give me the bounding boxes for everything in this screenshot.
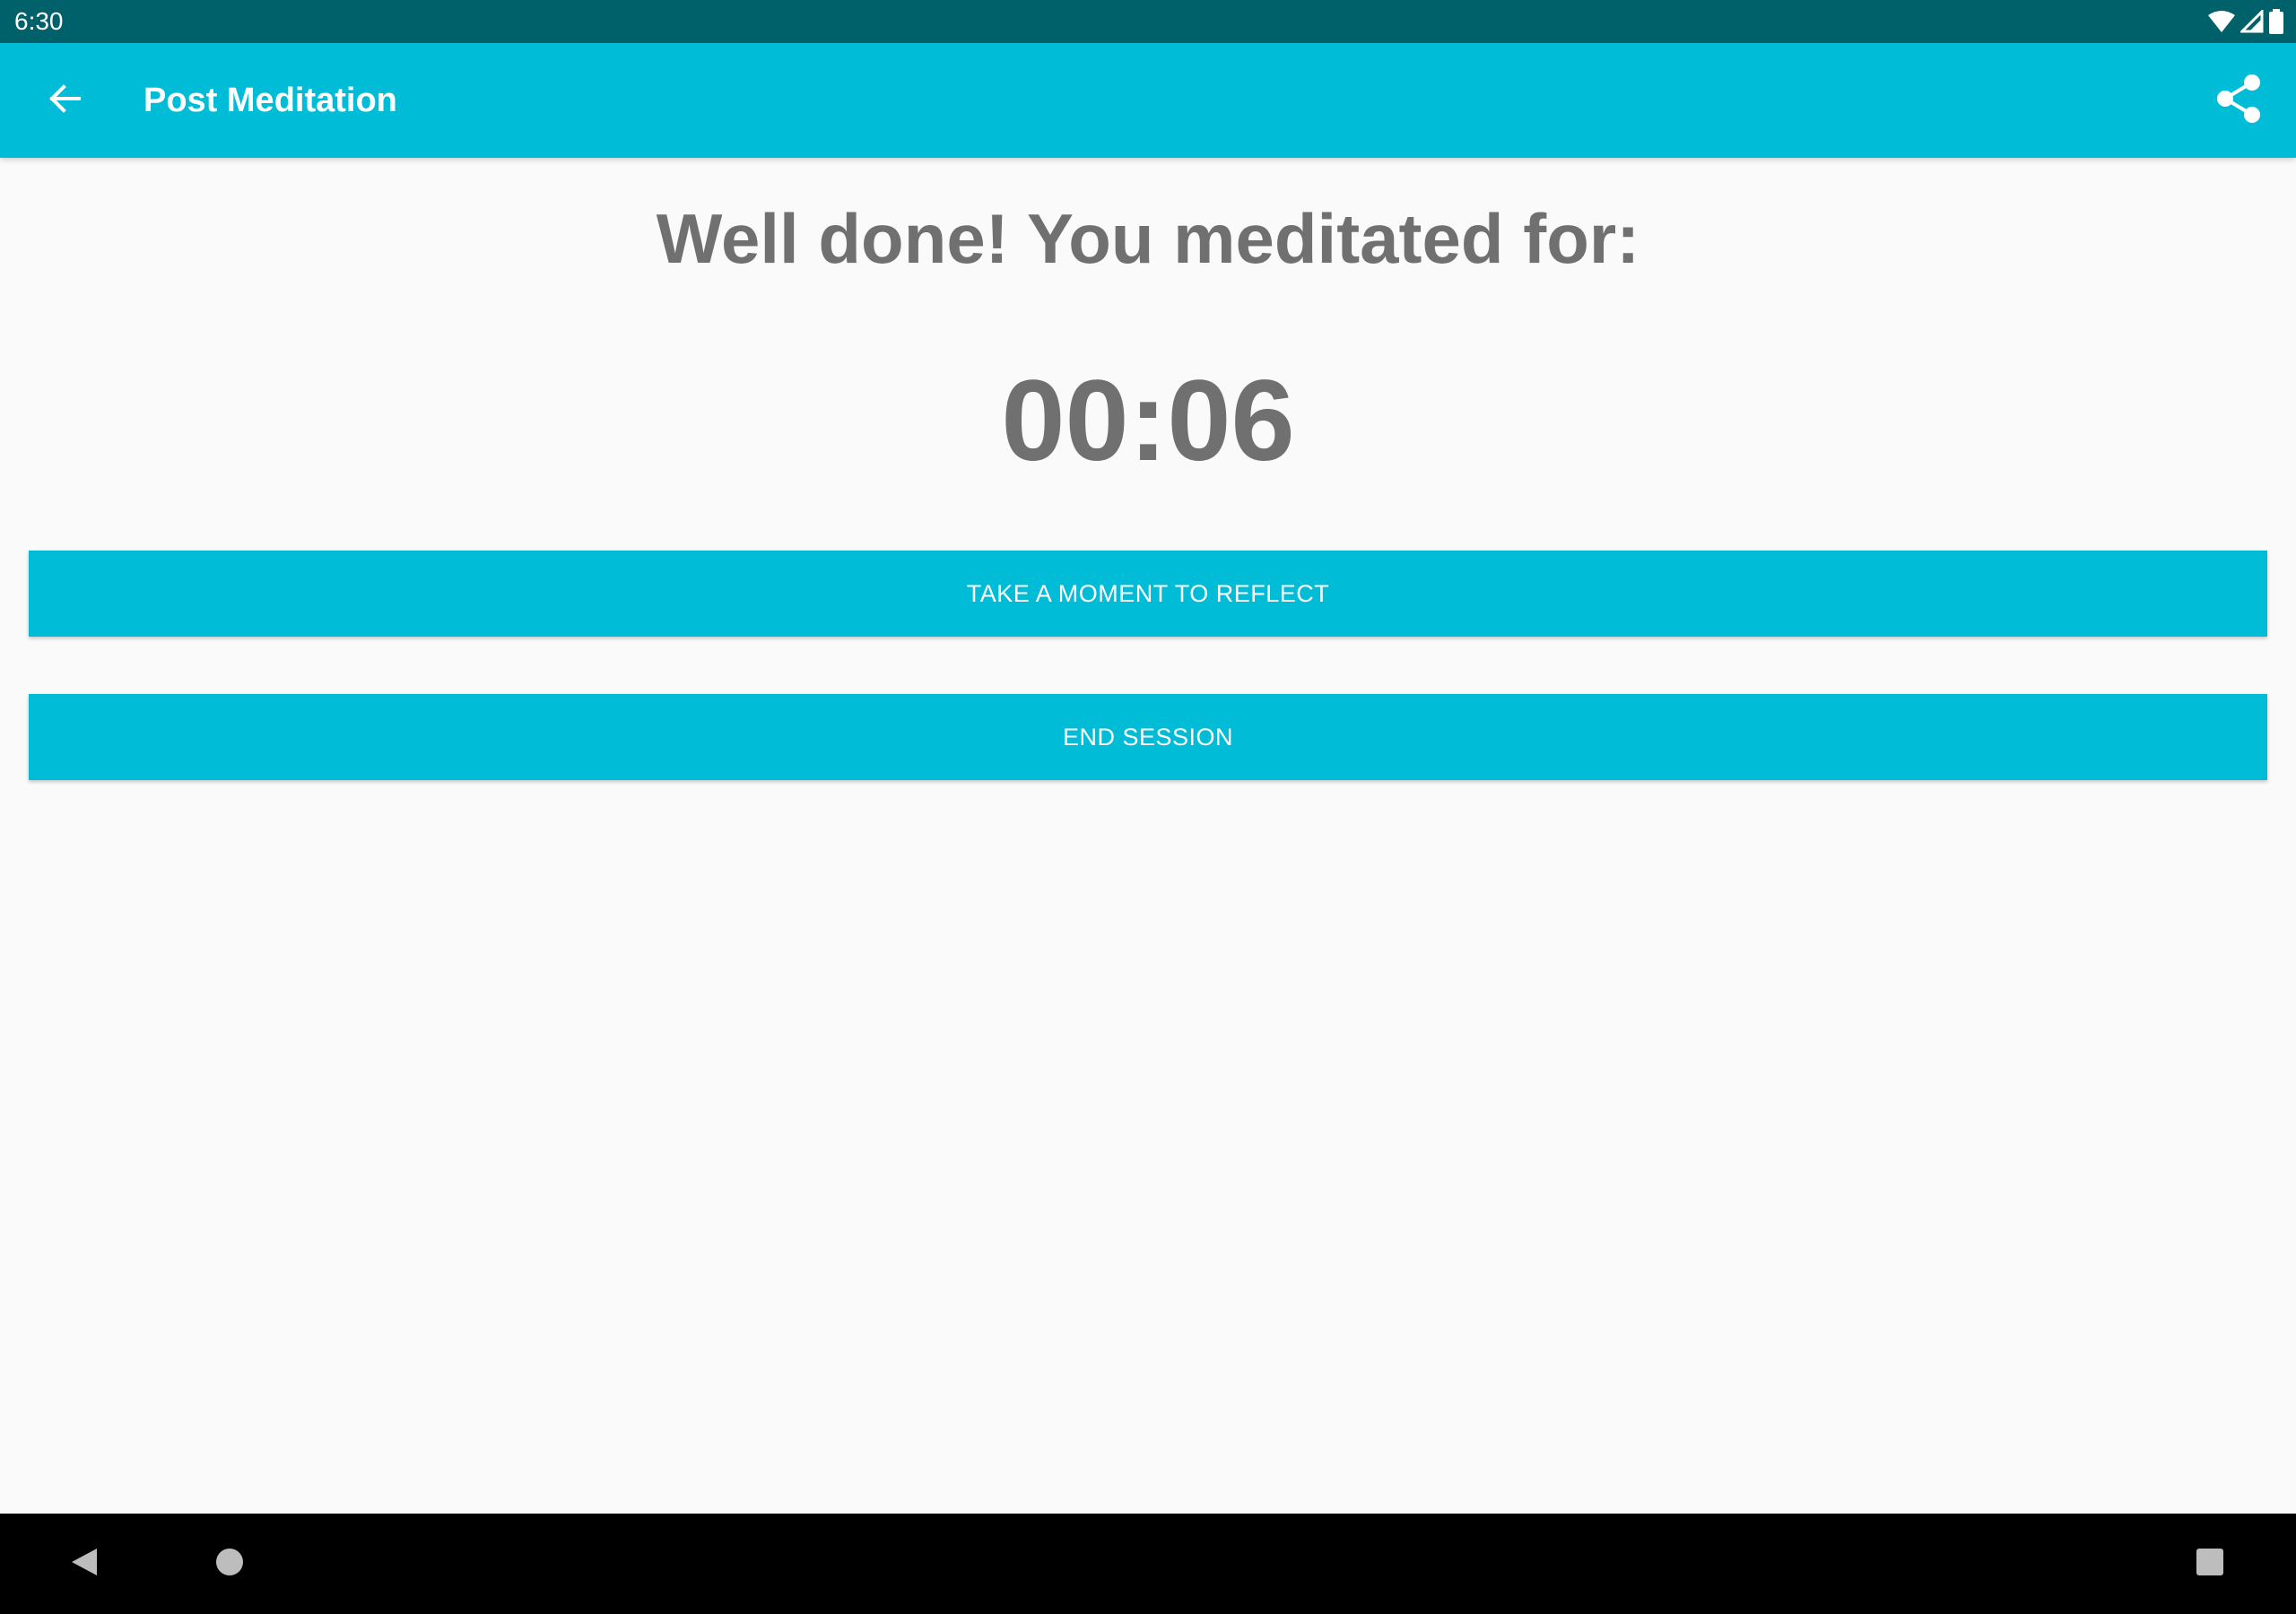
status-time: 6:30	[14, 7, 64, 35]
nav-home-button[interactable]	[194, 1528, 265, 1600]
nav-recents-icon	[2196, 1548, 2223, 1580]
cell-signal-icon	[2239, 8, 2264, 38]
nav-home-icon	[215, 1548, 244, 1581]
back-button[interactable]	[32, 65, 97, 136]
nav-back-icon	[70, 1547, 99, 1582]
battery-icon	[2269, 9, 2283, 39]
end-session-button[interactable]: END SESSION	[29, 694, 2267, 780]
share-icon	[2215, 74, 2262, 128]
nav-recents-button[interactable]	[2174, 1528, 2246, 1600]
meditation-complete-headline: Well done! You meditated for:	[656, 199, 1640, 278]
nav-back-button[interactable]	[48, 1528, 120, 1600]
status-bar: 6:30	[0, 0, 2296, 43]
wifi-icon	[2208, 10, 2235, 38]
arrow-back-icon	[48, 82, 81, 119]
status-icons	[2208, 8, 2283, 39]
elapsed-time-display: 00:06	[1001, 357, 1295, 485]
navigation-bar	[0, 1514, 2296, 1614]
app-bar: Post Meditation	[0, 43, 2296, 158]
page-title: Post Meditation	[144, 82, 397, 119]
take-a-moment-to-reflect-button[interactable]: TAKE A MOMENT TO REFLECT	[29, 551, 2267, 637]
share-button[interactable]	[2203, 65, 2274, 136]
